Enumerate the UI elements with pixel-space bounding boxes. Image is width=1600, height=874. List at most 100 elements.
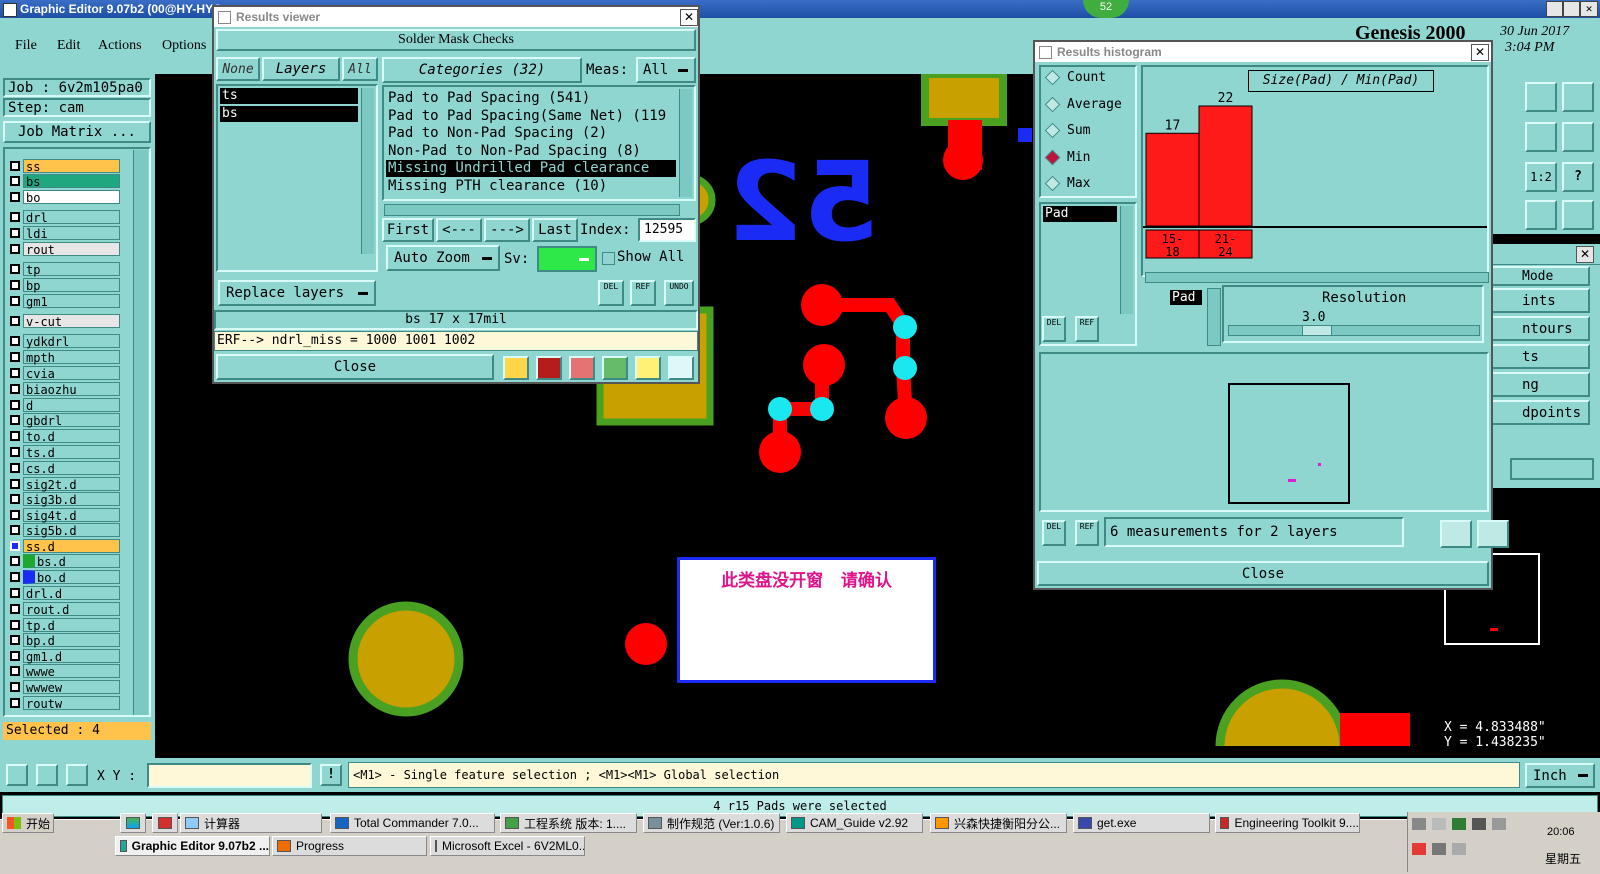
layer-row[interactable]: bp [8, 277, 120, 293]
layer-row[interactable]: cvia [8, 365, 120, 381]
category-item[interactable]: Pad to Non-Pad Spacing (2) [386, 125, 676, 142]
layer-name[interactable]: bp.d [23, 632, 120, 648]
window-icon[interactable] [1562, 82, 1594, 112]
taskbar-item[interactable]: Total Commander 7.0... [330, 813, 495, 833]
layer-name[interactable]: cs.d [23, 460, 120, 476]
units-dropdown[interactable]: Inch [1525, 763, 1595, 788]
network-icon[interactable] [1472, 818, 1486, 830]
warning-icon[interactable]: ! [320, 764, 342, 786]
layer-row[interactable]: v-cut [8, 313, 120, 329]
layer-checkbox[interactable] [10, 571, 20, 582]
stat-option-sum[interactable]: Sum [1044, 122, 1090, 139]
stat-option-min[interactable]: Min [1044, 149, 1090, 165]
shield-icon[interactable] [1452, 818, 1466, 830]
layer-checkbox[interactable] [10, 650, 20, 661]
layer-checkbox[interactable] [10, 295, 20, 306]
categories-button[interactable]: Categories (32) [382, 57, 582, 83]
ref-button[interactable]: REF [630, 280, 656, 306]
taskbar-item[interactable]: 制作规范 (Ver:1.0.6) [643, 813, 780, 833]
layer-row[interactable]: ss.d [8, 538, 120, 554]
minimize-button[interactable] [1546, 1, 1563, 17]
category-item[interactable]: Pad to Pad Spacing(Same Net) (119 [386, 108, 676, 125]
net-tool-icon[interactable] [1562, 200, 1594, 230]
layer-name[interactable]: gm1 [23, 293, 120, 309]
layer-name[interactable]: gbdrl [23, 412, 120, 428]
report-icon[interactable] [503, 356, 529, 380]
notes-icon[interactable] [635, 356, 661, 380]
layer-name[interactable]: sig2t.d [23, 476, 120, 492]
taskbar-item[interactable]: Engineering Toolkit 9.... [1215, 813, 1360, 833]
layer-name[interactable]: sig5b.d [23, 522, 120, 538]
layer-checkbox[interactable] [10, 399, 20, 410]
prev-button[interactable]: <--- [436, 218, 482, 242]
histogram-list-scrollbar[interactable] [1120, 206, 1133, 314]
undo-button[interactable]: UNDO [664, 280, 694, 306]
layer-tool-icon[interactable] [1525, 200, 1557, 230]
close-icon[interactable]: ✕ [1580, 1, 1598, 17]
layer-name[interactable]: ts.d [23, 444, 120, 460]
taskbar-item[interactable]: Microsoft Excel - 6V2ML0... [430, 836, 585, 856]
layer-row[interactable]: wwwe [8, 663, 120, 679]
layer-name[interactable]: tp [23, 261, 120, 277]
layer-row[interactable]: bs.d [8, 553, 120, 569]
select-tool-icon[interactable] [6, 764, 28, 786]
layer-row[interactable]: ydkdrl [8, 333, 120, 349]
home-icon[interactable] [1525, 82, 1557, 112]
layer-checkbox[interactable] [10, 263, 20, 274]
layer-row[interactable]: bo.d [8, 569, 120, 585]
layer-name[interactable]: tp.d [23, 617, 120, 633]
taskbar-item[interactable]: 兴森快捷衡阳分公... [930, 813, 1067, 833]
layer-name[interactable]: ldi [23, 225, 120, 241]
layer-row[interactable]: rout [8, 241, 120, 257]
layer-row[interactable]: sig5b.d [8, 522, 120, 538]
category-item[interactable]: Missing Undrilled Pad clearance [386, 160, 676, 178]
layer-name[interactable]: wwwew [23, 679, 120, 695]
layer-checkbox[interactable] [10, 383, 20, 394]
layer-checkbox[interactable] [10, 191, 20, 202]
import-icon[interactable] [1477, 520, 1509, 548]
layer-row[interactable]: mpth [8, 349, 120, 365]
histogram-icon[interactable] [668, 356, 694, 380]
layer-checkbox[interactable] [10, 335, 20, 346]
layer-name[interactable]: bs [23, 173, 120, 189]
layer-checkbox[interactable] [10, 555, 20, 566]
right-menu-mode[interactable]: Mode [1490, 266, 1590, 286]
layer-list[interactable]: ts bs [216, 84, 378, 272]
layer-row[interactable]: routw [8, 695, 120, 711]
layer-checkbox[interactable] [10, 175, 20, 186]
layer-name[interactable]: bo.d [23, 569, 120, 585]
right-menu-contours[interactable]: ntours [1490, 316, 1590, 341]
quick-launch-icon[interactable] [120, 813, 146, 833]
layer-row[interactable]: gm1.d [8, 648, 120, 664]
first-button[interactable]: First [382, 218, 434, 242]
layer-checkbox[interactable] [10, 160, 20, 171]
sv-color-dropdown[interactable] [537, 246, 597, 272]
layer-checkbox[interactable] [10, 315, 20, 326]
taskbar-item[interactable]: 计算器 [180, 813, 322, 833]
right-menu-ng[interactable]: ng [1490, 372, 1590, 397]
layer-list-item[interactable]: bs [220, 106, 358, 122]
layer-row[interactable]: gm1 [8, 293, 120, 309]
keyboard-icon[interactable] [1412, 818, 1426, 830]
layer-name[interactable]: ss.d [23, 538, 120, 554]
stat-option-average[interactable]: Average [1044, 96, 1122, 112]
categories-hscroll[interactable] [384, 204, 680, 216]
category-item[interactable]: Missing PTH clearance (10) [386, 178, 676, 195]
job-matrix-button[interactable]: Job Matrix ... [3, 121, 151, 143]
menu-options[interactable]: Options [162, 38, 206, 54]
arrow-icon[interactable] [1432, 818, 1446, 830]
layer-checkbox[interactable] [10, 351, 20, 362]
layer-checkbox[interactable] [10, 509, 20, 520]
right-panel-close-icon[interactable]: ✕ [1576, 246, 1594, 263]
right-menu-points[interactable]: ints [1490, 288, 1590, 313]
layer-checkbox[interactable] [10, 414, 20, 425]
layer-checkbox[interactable] [10, 211, 20, 222]
layer-name[interactable]: bp [23, 277, 120, 293]
auto-zoom-dropdown[interactable]: Auto Zoom [386, 245, 500, 271]
start-button[interactable]: 开始 [2, 813, 54, 833]
layer-row[interactable]: tp [8, 261, 120, 277]
layer-row[interactable]: tp.d [8, 617, 120, 633]
layer-checkbox[interactable] [10, 478, 20, 489]
histogram-close-button[interactable]: Close [1037, 561, 1489, 586]
stat-option-count[interactable]: Count [1044, 69, 1106, 86]
